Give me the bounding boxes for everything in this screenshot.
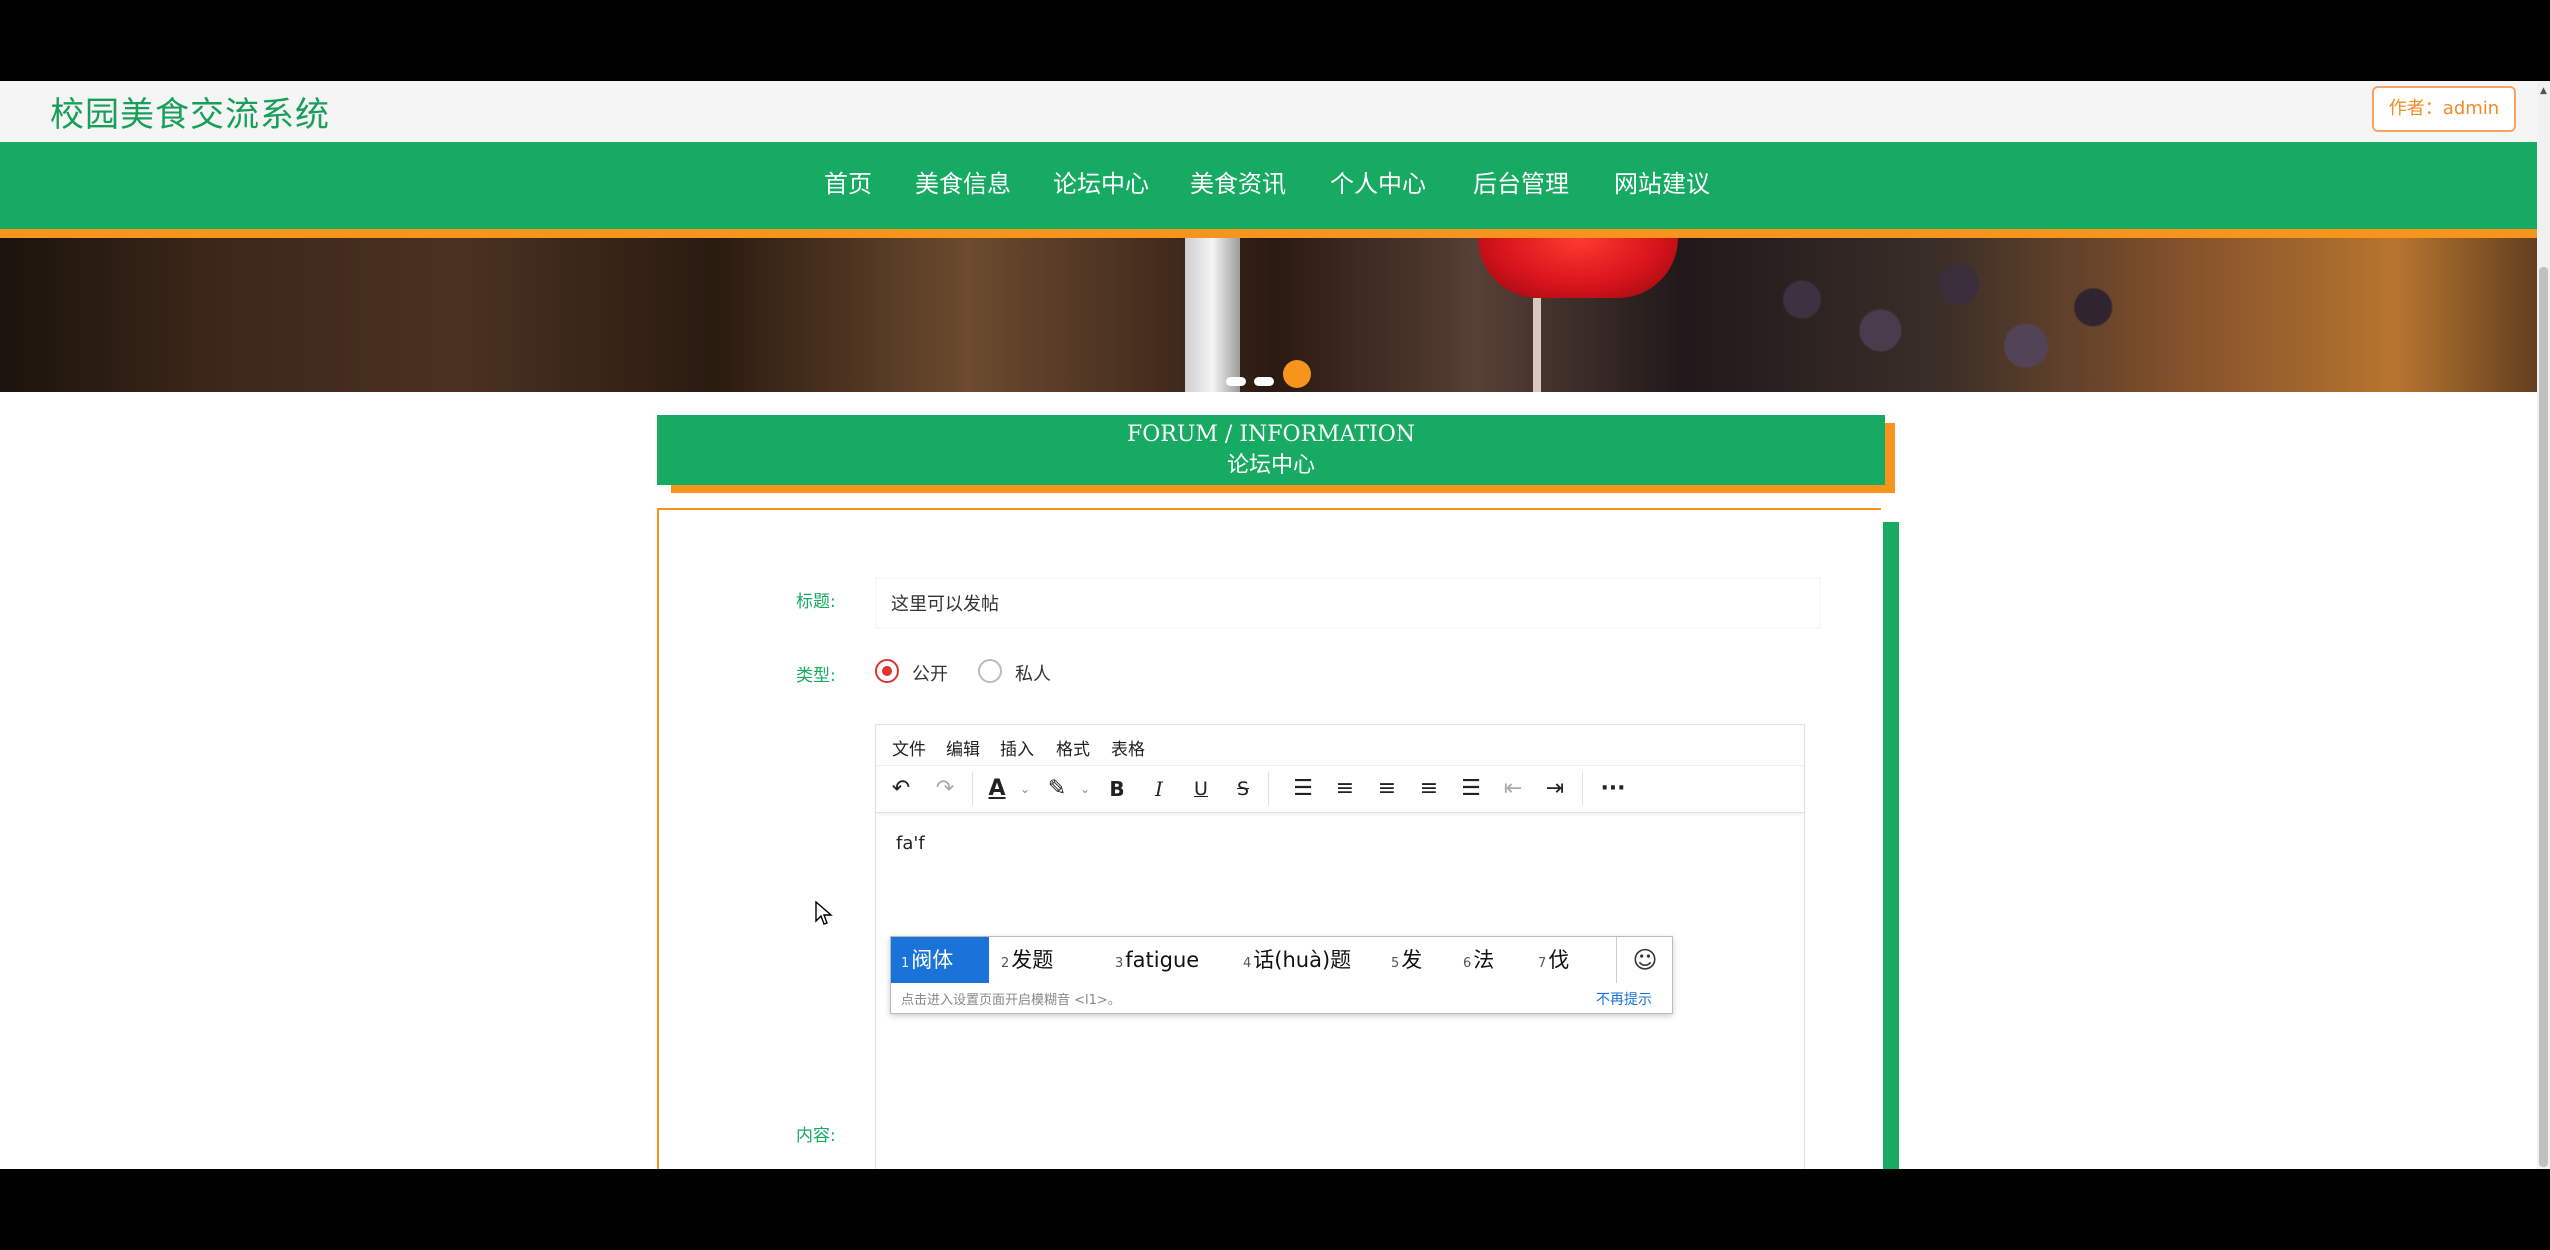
candidate-number: 3 (1115, 956, 1124, 971)
editor-content[interactable]: fa'f (896, 833, 925, 854)
editor-menu-file[interactable]: 文件 (892, 735, 926, 760)
carousel-dot-active[interactable] (1283, 360, 1311, 388)
candidate-number: 7 (1538, 956, 1547, 971)
ime-candidate[interactable]: 1阀体 (891, 937, 989, 983)
editor-toolbar: ↶ ↷ A ⌄ ✎ ⌄ B I U S ☰ ≡ ≡ ≡ ☰ ⇤ ⇥ ··· (876, 766, 1804, 813)
nav-item-admin[interactable]: 后台管理 (1473, 164, 1569, 199)
scrollbar-thumb[interactable] (2539, 267, 2548, 1167)
banner-bottle (1185, 238, 1240, 392)
candidate-text: 阀体 (911, 948, 954, 972)
title-label: 标题: (796, 592, 836, 612)
candidate-text: 法 (1473, 948, 1495, 972)
type-label: 类型: (796, 666, 836, 686)
type-option-private[interactable]: 私人 (1015, 660, 1051, 686)
candidate-number: 6 (1463, 956, 1472, 971)
highlight-icon[interactable]: ✎ (1042, 774, 1072, 804)
author-button[interactable]: 作者：admin (2372, 86, 2516, 132)
undo-icon[interactable]: ↶ (886, 774, 916, 804)
editor-menu-format[interactable]: 格式 (1056, 735, 1090, 760)
candidate-text: 发题 (1011, 948, 1054, 972)
ime-divider (1616, 937, 1617, 983)
indent-icon[interactable]: ⇥ (1540, 774, 1570, 804)
ime-hint: 点击进入设置页面开启模糊音 <l1>。 (901, 993, 1121, 1008)
font-color-icon[interactable]: A (982, 774, 1012, 804)
nav-item-personal-center[interactable]: 个人中心 (1330, 164, 1426, 199)
nav-item-forum[interactable]: 论坛中心 (1053, 164, 1149, 199)
line-height-icon[interactable]: ☰ (1288, 774, 1318, 804)
section-head-accent (671, 485, 1895, 493)
main-nav: 首页 美食信息 论坛中心 美食资讯 个人中心 后台管理 网站建议 (0, 142, 2550, 232)
underline-icon[interactable]: U (1186, 774, 1216, 804)
form-card-accent (1883, 522, 1899, 1169)
candidate-text: 发 (1401, 948, 1423, 972)
candidate-number: 1 (901, 956, 910, 971)
ime-dismiss-link[interactable]: 不再提示 (1596, 989, 1652, 1009)
toolbar-separator (1582, 772, 1583, 806)
strikethrough-icon[interactable]: S (1228, 774, 1258, 804)
browser-page: 校园美食交流系统 作者：admin 首页 美食信息 论坛中心 美食资讯 个人中心… (0, 81, 2550, 1169)
title-input[interactable] (875, 577, 1821, 629)
candidate-text: 伐 (1548, 948, 1570, 972)
redo-icon[interactable]: ↷ (930, 774, 960, 804)
section-head-accent (1885, 423, 1895, 493)
carousel-dot[interactable] (1226, 377, 1246, 386)
banner-wine-glass (1478, 238, 1678, 298)
scroll-up-icon[interactable]: ▲ (2539, 87, 2548, 96)
toolbar-separator (972, 772, 973, 806)
nav-divider (0, 229, 2550, 238)
mouse-cursor-icon (815, 901, 833, 925)
ime-candidate[interactable]: 3fatigue (1105, 937, 1209, 983)
align-justify-icon[interactable]: ☰ (1456, 774, 1486, 804)
content-label: 内容: (796, 1126, 836, 1146)
emoji-icon[interactable]: ☺ (1626, 941, 1664, 979)
banner-glass-stem (1533, 298, 1541, 392)
align-right-icon[interactable]: ≡ (1414, 774, 1444, 804)
type-option-public[interactable]: 公开 (912, 660, 948, 686)
nav-item-food-info[interactable]: 美食信息 (915, 164, 1011, 199)
chevron-down-icon[interactable]: ⌄ (1010, 774, 1040, 804)
top-header: 校园美食交流系统 作者：admin (0, 81, 2550, 142)
banner-carousel (0, 238, 2550, 392)
candidate-number: 2 (1001, 956, 1010, 971)
italic-icon[interactable]: I (1144, 774, 1174, 804)
editor-menu-table[interactable]: 表格 (1111, 735, 1145, 760)
type-radio-public[interactable] (875, 659, 899, 683)
banner-grapes (1690, 238, 2250, 392)
editor-menu-edit[interactable]: 编辑 (946, 735, 980, 760)
align-left-icon[interactable]: ≡ (1330, 774, 1360, 804)
site-title: 校园美食交流系统 (50, 95, 330, 135)
toolbar-separator (1268, 772, 1269, 806)
chevron-down-icon[interactable]: ⌄ (1070, 774, 1100, 804)
ime-candidate[interactable]: 4话(huà)题 (1233, 937, 1361, 983)
type-radio-private[interactable] (978, 659, 1002, 683)
ime-candidate-window: 1阀体 2发题 3fatigue 4话(huà)题 5发 6法 7伐 ☺ 点击进… (890, 936, 1673, 1014)
editor-menubar: 文件 编辑 插入 格式 表格 (876, 725, 1804, 766)
ime-candidate[interactable]: 7伐 (1528, 937, 1579, 983)
nav-item-suggestions[interactable]: 网站建议 (1614, 164, 1710, 199)
candidate-number: 4 (1243, 956, 1252, 971)
candidate-number: 5 (1391, 956, 1400, 971)
nav-item-food-news[interactable]: 美食资讯 (1190, 164, 1286, 199)
ime-candidate[interactable]: 5发 (1381, 937, 1432, 983)
candidate-text: 话(huà)题 (1253, 948, 1352, 972)
carousel-dot[interactable] (1254, 377, 1274, 386)
more-icon[interactable]: ··· (1598, 774, 1628, 804)
section-title-cn: 论坛中心 (1226, 453, 1315, 478)
bold-icon[interactable]: B (1102, 774, 1132, 804)
align-center-icon[interactable]: ≡ (1372, 774, 1402, 804)
ime-candidate[interactable]: 6法 (1453, 937, 1504, 983)
candidate-text: fatigue (1125, 948, 1200, 972)
section-title-en: FORUM / INFORMATION (1127, 422, 1415, 447)
ime-candidate[interactable]: 2发题 (991, 937, 1063, 983)
editor-menu-insert[interactable]: 插入 (1000, 735, 1034, 760)
nav-item-home[interactable]: 首页 (824, 164, 872, 199)
outdent-icon[interactable]: ⇤ (1498, 774, 1528, 804)
